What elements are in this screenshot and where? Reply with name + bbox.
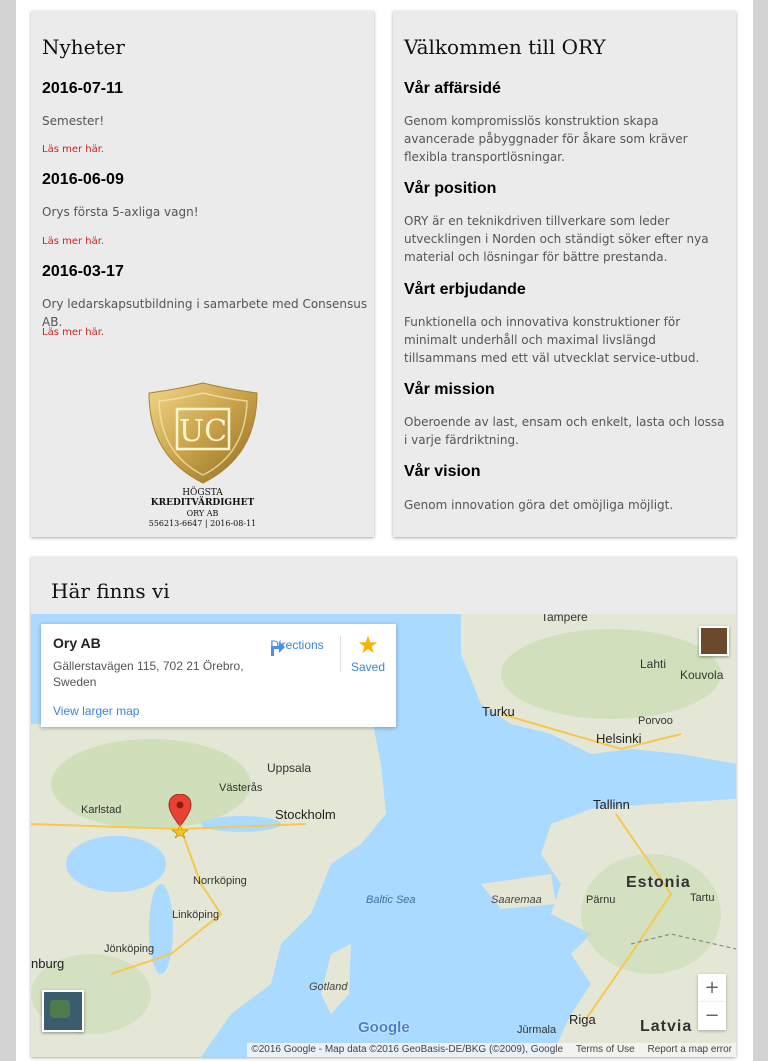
map-label-riga: Riga	[569, 1012, 596, 1027]
news-date: 2016-03-17	[42, 263, 124, 280]
section-heading: Vår vision	[404, 463, 481, 480]
card-divider	[340, 636, 341, 672]
directions-icon	[271, 641, 285, 656]
section-text: ORY är en teknikdriven tillverkare som l…	[404, 214, 709, 264]
location-marker-icon[interactable]	[168, 794, 192, 838]
map-label-kouvola: Kouvola	[680, 668, 724, 682]
terms-of-use-link[interactable]: Terms of Use	[576, 1044, 635, 1055]
badge-line-3: ORY AB	[186, 509, 219, 518]
map-label-porvoo: Porvoo	[638, 715, 673, 727]
badge-line-2: KREDITVÄRDIGHET	[150, 498, 255, 508]
map-label-stockholm: Stockholm	[275, 807, 336, 822]
place-name: Ory AB	[53, 635, 101, 651]
news-text: Orys första 5-axliga vagn!	[42, 205, 199, 219]
news-read-more-link[interactable]: Läs mer här.	[42, 236, 104, 247]
news-text: Semester!	[42, 114, 105, 128]
map-label-uppsala: Uppsala	[267, 761, 312, 775]
place-info-card: Ory AB Gällerstavägen 115, 702 21 Örebro…	[41, 624, 396, 727]
map-label-turku: Turku	[482, 704, 515, 719]
section-text: Genom innovation göra det omöjliga möjli…	[404, 498, 674, 512]
map-attribution: ©2016 Google - Map data ©2016 GeoBasis-D…	[251, 1044, 564, 1055]
section-heading: Vår affärsidé	[404, 80, 501, 97]
map-label-vasteras: Västerås	[219, 782, 263, 794]
place-address: Gällerstavägen 115, 702 21 Örebro, Swede…	[53, 659, 244, 689]
map-label-linkoping: Linköping	[172, 909, 220, 921]
uc-logo-text: UC	[179, 414, 227, 449]
news-read-more-link[interactable]: Läs mer här.	[42, 327, 104, 338]
zoom-out-button[interactable]: −	[698, 1002, 726, 1030]
section-text: Funktionella och innovativa konstruktion…	[404, 315, 700, 365]
google-logo: Google	[358, 1019, 410, 1036]
badge-line-4: 556213-6647 | 2016-08-11	[148, 519, 257, 528]
map-label-norrkoping: Norrköping	[193, 875, 247, 887]
map-label-estonia: Estonia	[626, 874, 691, 891]
directions-button[interactable]: Directions	[267, 636, 327, 656]
news-read-more-link[interactable]: Läs mer här.	[42, 144, 104, 155]
map-label-tampere: Tampere	[541, 614, 588, 624]
map-label-lahti: Lahti	[640, 657, 667, 671]
view-larger-map-link[interactable]: View larger map	[53, 704, 139, 718]
location-title: Här finns vi	[51, 579, 170, 603]
badge-line-1: HÖGSTA	[182, 488, 223, 498]
map-label-saaremaa: Saaremaa	[491, 894, 542, 906]
zoom-in-button[interactable]: +	[698, 974, 726, 1002]
news-text: Ory ledarskapsutbildning i samarbete med…	[42, 297, 368, 329]
saved-button[interactable]: ★ Saved	[346, 632, 390, 675]
news-panel: Nyheter 2016-07-11 Semester! Läs mer här…	[31, 11, 374, 537]
welcome-panel: Välkommen till ORY Vår affärsidé Genom k…	[393, 11, 736, 537]
satellite-toggle-thumbnail[interactable]	[42, 990, 84, 1032]
map-label-karlstad: Karlstad	[81, 804, 122, 816]
welcome-title: Välkommen till ORY	[404, 35, 606, 59]
saved-label: Saved	[350, 660, 386, 674]
map-label-baltic-sea: Baltic Sea	[366, 894, 416, 906]
satellite-preview	[50, 1000, 70, 1018]
street-view-thumbnail[interactable]	[699, 626, 729, 656]
section-heading: Vår mission	[404, 381, 495, 398]
map-label-helsinki: Helsinki	[596, 731, 642, 746]
report-map-error-link[interactable]: Report a map error	[648, 1044, 732, 1055]
uc-shield-logo: UC	[148, 382, 258, 484]
map-label-gotland: Gotland	[309, 981, 348, 993]
map-label-tallinn: Tallinn	[593, 797, 630, 812]
map-label-tartu: Tartu	[690, 892, 715, 904]
map-label-parnu: Pärnu	[586, 894, 616, 906]
map-label-goteborg: nburg	[31, 956, 65, 971]
map-label-jonkoping: Jönköping	[104, 943, 155, 955]
news-date: 2016-06-09	[42, 171, 124, 188]
news-title: Nyheter	[42, 35, 125, 59]
section-heading: Vår position	[404, 180, 497, 197]
google-map[interactable]: Tampere Lahti Kouvola Turku Porvoo Helsi…	[31, 614, 736, 1057]
map-attribution-bar: ©2016 Google - Map data ©2016 GeoBasis-D…	[247, 1043, 736, 1057]
star-icon: ★	[357, 632, 379, 659]
section-heading: Vårt erbjudande	[404, 281, 526, 298]
section-text: Genom kompromisslös konstruktion skapa a…	[404, 114, 688, 164]
news-date: 2016-07-11	[42, 80, 123, 97]
map-label-jurmala: Jūrmala	[517, 1024, 557, 1036]
map-label-latvia: Latvia	[640, 1018, 693, 1035]
section-text: Oberoende av last, ensam och enkelt, las…	[404, 415, 725, 447]
